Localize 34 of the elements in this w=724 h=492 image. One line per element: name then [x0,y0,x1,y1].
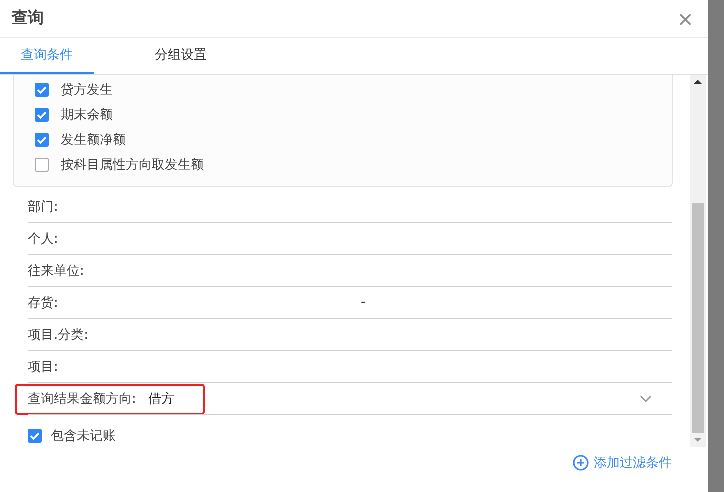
checkbox-label: 包含未记账 [51,428,116,444]
input-field[interactable]: 往来单位: [28,255,672,287]
tab[interactable]: 分组设置 [134,38,228,74]
close-button[interactable]: × [677,8,694,28]
checkbox-label: 按科目属性方向取发生额 [61,156,204,174]
chevron-down-icon [640,394,652,402]
input-field[interactable]: 部门: [28,191,672,223]
checkbox-label: 贷方发生 [61,82,113,98]
field-label: 个人: [28,230,58,248]
checkbox[interactable] [35,108,49,122]
checkbox[interactable] [35,158,49,172]
add-circle-icon [573,455,589,471]
input-field[interactable]: 项目.分类: [28,319,672,351]
field-label: 往来单位: [28,262,84,280]
input-field[interactable]: 项目: [28,351,672,383]
scroll-down-icon[interactable] [694,437,702,443]
field-label: 项目.分类: [28,326,89,344]
checkbox[interactable] [35,132,49,146]
field-value: - [361,295,366,310]
field-label: 项目: [28,358,58,376]
field-label: 存货: [28,294,58,312]
checkbox[interactable] [28,428,42,442]
field-label: 部门: [28,198,58,216]
field-value: 借方 [148,390,174,408]
field-label: 查询结果金额方向: [28,390,136,408]
select-field[interactable]: 查询结果金额方向: 借方 [28,383,672,415]
input-field[interactable]: 存货: - [28,287,672,319]
input-field[interactable]: 个人: [28,223,672,255]
checkbox-label: 期末余额 [61,106,113,124]
scrollbar[interactable] [690,75,706,447]
checkbox[interactable] [35,82,49,96]
checkbox-label: 发生额净额 [61,132,126,148]
scroll-up-icon[interactable] [694,79,702,85]
window-title: 查询 [12,8,44,29]
